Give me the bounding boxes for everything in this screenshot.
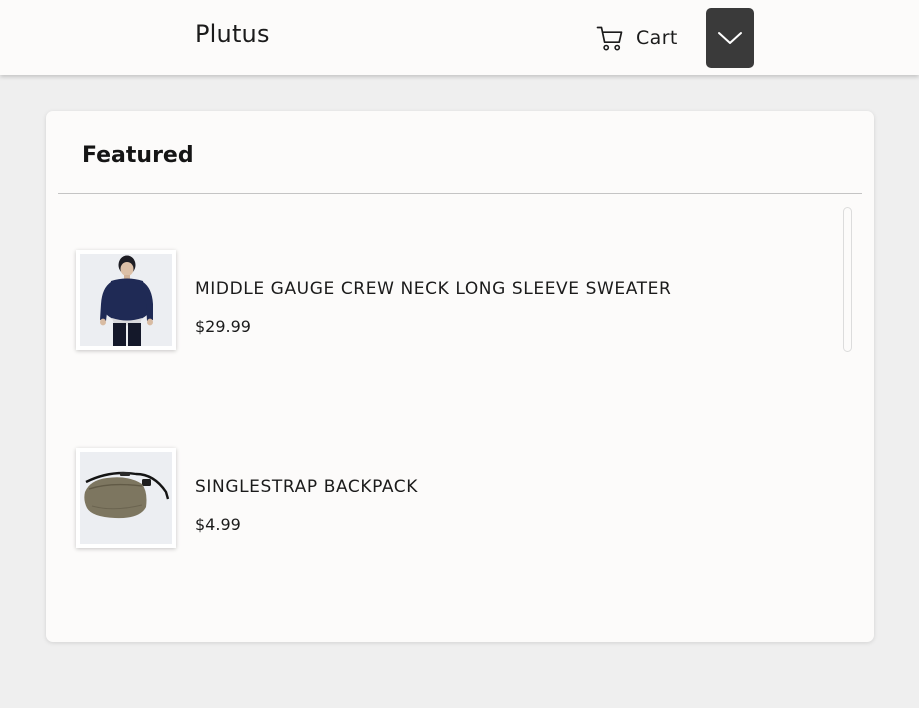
top-navigation-bar: Plutus Cart [0,0,919,75]
cart-label: Cart [636,27,678,49]
cart-link[interactable]: Cart [596,22,678,54]
scrollbar[interactable] [843,207,852,352]
chevron-down-icon [718,32,742,44]
product-item[interactable]: MIDDLE GAUGE CREW NECK LONG SLEEVE SWEAT… [76,250,816,350]
product-name[interactable]: SINGLESTRAP BACKPACK [195,477,418,497]
section-divider [58,193,862,194]
menu-toggle-button[interactable] [706,8,754,68]
product-name[interactable]: MIDDLE GAUGE CREW NECK LONG SLEEVE SWEAT… [195,279,671,299]
sweater-photo [80,254,172,346]
brand-logo[interactable]: Plutus [195,20,270,48]
featured-card: Featured MIDDLE GAUGE CREW NECK LONG SLE… [46,111,874,642]
section-title: Featured [82,143,194,168]
cart-icon [596,26,623,51]
product-thumbnail[interactable] [76,448,176,548]
product-thumbnail[interactable] [76,250,176,350]
product-price: $29.99 [195,317,251,336]
product-price: $4.99 [195,515,241,534]
product-item[interactable]: SINGLESTRAP BACKPACK $4.99 [76,448,816,548]
belt-bag-photo [80,452,172,544]
